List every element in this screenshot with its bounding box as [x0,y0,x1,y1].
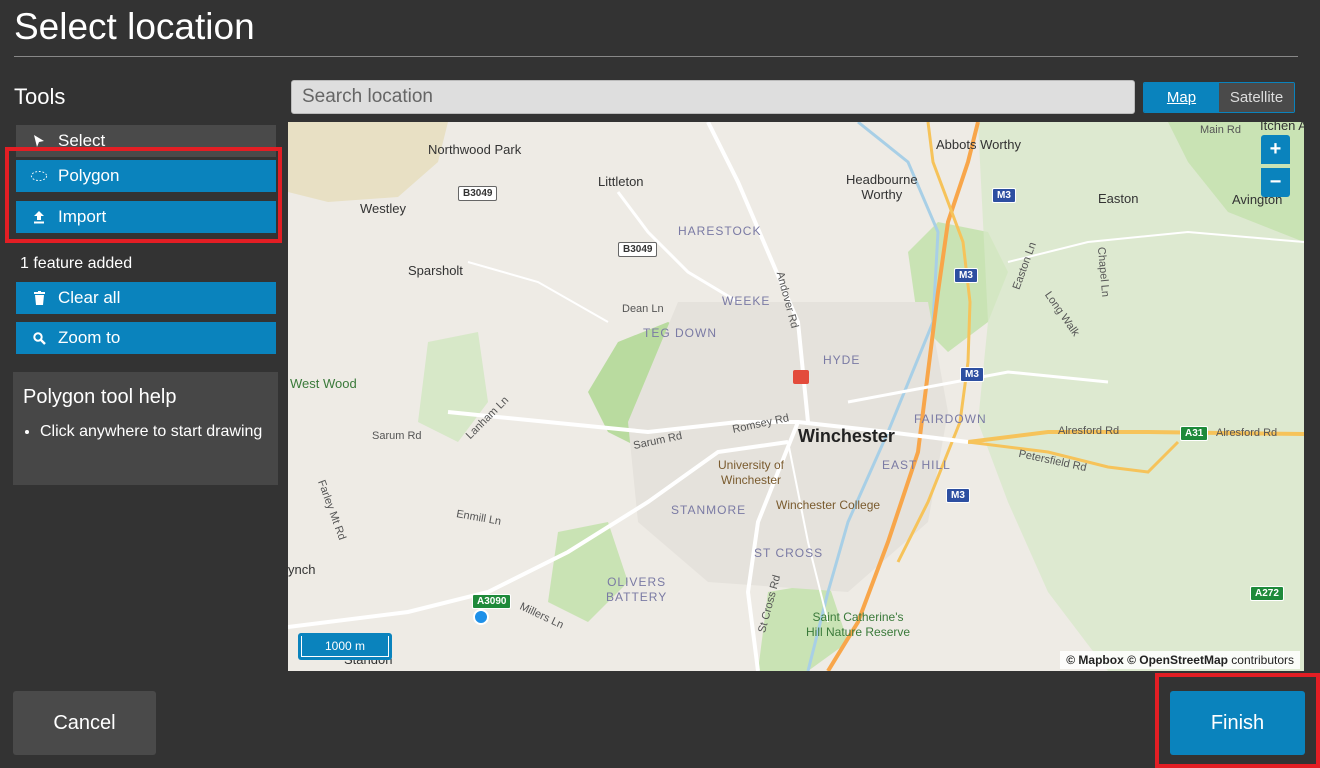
road-shield-m3: M3 [992,188,1016,203]
road-sarum-rd-2: Sarum Rd [372,430,422,442]
map-label-sparsholt: Sparsholt [408,263,463,278]
map-scale-label: 1000 m [301,636,389,657]
district-stanmore: STANMORE [671,503,747,517]
page-title: Select location [14,6,255,47]
select-tool-button[interactable]: Select [16,125,276,157]
district-teg-down: TEG DOWN [643,326,717,340]
finish-button[interactable]: Finish [1170,691,1305,755]
place-university-of-winchester: University of Winchester [718,458,785,487]
magnifier-icon [30,331,48,345]
district-fairdown: FAIRDOWN [914,412,987,426]
help-title: Polygon tool help [23,386,177,408]
polygon-help-panel: Polygon tool help Click anywhere to star… [13,372,278,485]
satellite-view-option[interactable]: Satellite [1219,83,1294,112]
map-base-layer [288,122,1304,671]
clear-all-label: Clear all [58,288,121,307]
polygon-tool-label: Polygon [58,166,120,185]
polygon-dashed-icon [30,169,48,183]
road-alresford-rd-1: Alresford Rd [1058,425,1120,437]
map-label-west-wood: West Wood [290,376,357,391]
help-item: Click anywhere to start drawing [40,423,268,441]
district-st-cross: ST CROSS [754,546,824,560]
road-main-rd: Main Rd [1200,124,1241,136]
map-label-abbots-worthy: Abbots Worthy [936,137,1022,152]
help-list: Click anywhere to start drawing [23,423,268,441]
road-shield-a3090: A3090 [472,594,512,609]
map-zoom-in-button[interactable]: + [1261,135,1290,164]
map-view-option[interactable]: Map [1144,83,1219,112]
map-label-itchen: Itchen A [1260,122,1304,133]
road-shield-m3: M3 [960,367,984,382]
clear-all-button[interactable]: Clear all [16,282,276,314]
cancel-button[interactable]: Cancel [13,691,156,755]
road-shield-m3: M3 [946,488,970,503]
map-zoom-out-button[interactable]: − [1261,168,1290,197]
map-label-littleton: Littleton [598,174,644,189]
road-shield-a272: A272 [1250,586,1284,601]
road-shield-b3049: B3049 [458,186,498,201]
district-olivers-battery: OLIVERS BATTERY [606,575,668,604]
road-shield-m3: M3 [954,268,978,283]
osm-attribution-link[interactable]: © OpenStreetMap [1127,653,1228,667]
road-dean-ln: Dean Ln [622,303,664,315]
map-style-toggle: Map Satellite [1143,82,1295,113]
place-winchester-college: Winchester College [776,498,881,512]
place-st-catherines-hill: Saint Catherine's Hill Nature Reserve [806,610,911,639]
district-weeke: WEEKE [722,294,771,308]
import-tool-label: Import [58,207,107,226]
search-location-input[interactable] [291,80,1135,114]
district-harestock: HARESTOCK [678,224,762,238]
road-shield-b3049: B3049 [618,242,658,257]
map-scale-bar: 1000 m [298,633,392,660]
district-east-hill: EAST HILL [882,458,951,472]
map-label-easton: Easton [1098,191,1139,206]
map-canvas[interactable]: Northwood Park Littleton Headbourne Wort… [288,122,1304,671]
zoom-to-button[interactable]: Zoom to [16,322,276,354]
title-divider [14,56,1298,57]
trash-icon [30,291,48,305]
upload-icon [30,210,48,224]
map-label-northwood-park: Northwood Park [428,142,522,157]
tools-heading: Tools [14,84,66,109]
feature-count: 1 feature added [20,255,133,272]
district-hyde: HYDE [823,353,861,367]
road-shield-a31: A31 [1180,426,1209,441]
attribution-suffix: contributors [1231,653,1294,667]
polygon-tool-button[interactable]: Polygon [16,160,276,192]
map-attribution: © Mapbox © OpenStreetMap contributors [1060,651,1300,669]
map-label-ynch: ynch [288,562,316,577]
mapbox-attribution-link[interactable]: © Mapbox [1066,653,1124,667]
zoom-to-label: Zoom to [58,328,121,347]
cursor-arrow-icon [30,134,48,148]
map-label-winchester: Winchester [798,426,895,446]
map-label-headbourne-worthy: Headbourne Worthy [846,172,918,202]
select-tool-label: Select [58,131,106,150]
import-tool-button[interactable]: Import [16,201,276,233]
road-alresford-rd-2: Alresford Rd [1216,427,1278,439]
map-label-westley: Westley [360,201,406,216]
